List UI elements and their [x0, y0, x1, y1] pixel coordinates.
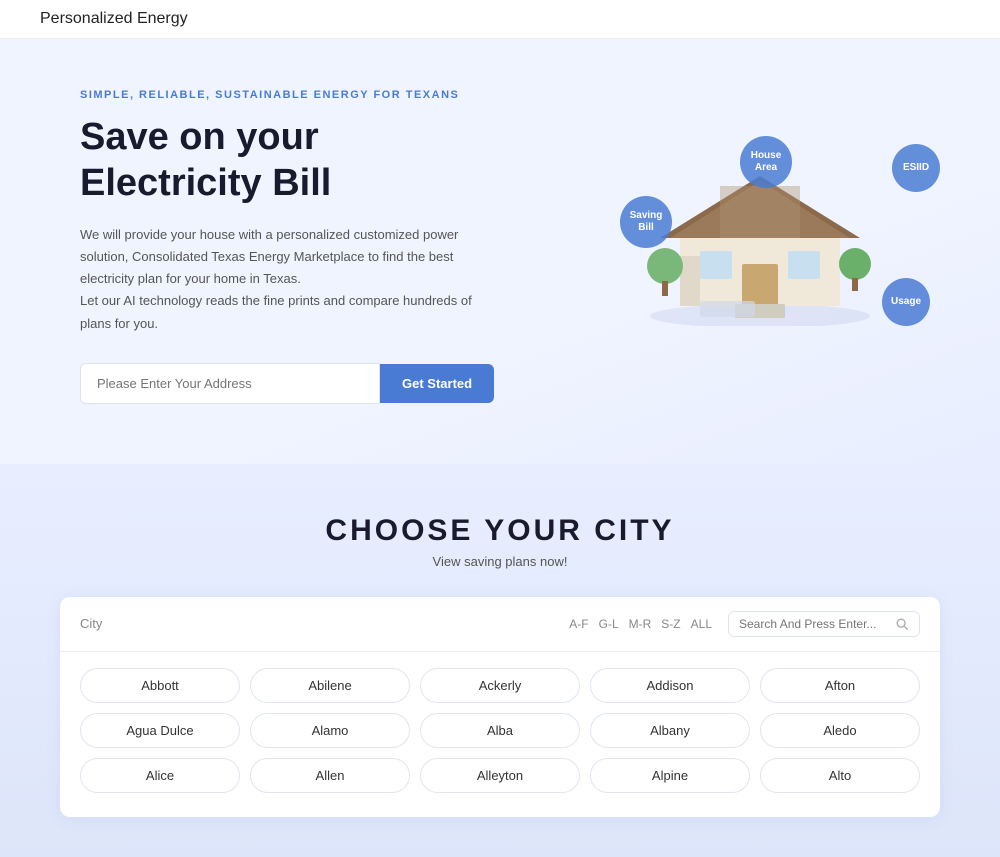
city-search-box[interactable]: [728, 611, 920, 637]
alpha-filters: A-F G-L M-R S-Z ALL: [569, 617, 712, 631]
hero-section: SIMPLE, RELIABLE, SUSTAINABLE ENERGY FOR…: [0, 39, 1000, 464]
city-section: CHOOSE YOUR CITY View saving plans now! …: [0, 464, 1000, 857]
city-grid: Abbott Abilene Ackerly Addison Afton Agua Dul…: [60, 652, 940, 797]
city-item[interactable]: Alto: [760, 758, 920, 793]
header: Personalized Energy: [0, 0, 1000, 39]
city-card-header: City A-F G-L M-R S-Z ALL: [60, 597, 940, 652]
hero-input-row: Get Started: [80, 363, 500, 404]
city-item[interactable]: Afton: [760, 668, 920, 703]
city-item[interactable]: Alice: [80, 758, 240, 793]
get-started-button[interactable]: Get Started: [380, 364, 494, 403]
header-title: Personalized Energy: [40, 10, 188, 28]
address-input[interactable]: [80, 363, 380, 404]
city-item[interactable]: Allen: [250, 758, 410, 793]
city-item[interactable]: Ackerly: [420, 668, 580, 703]
city-item[interactable]: Alleyton: [420, 758, 580, 793]
hero-content: SIMPLE, RELIABLE, SUSTAINABLE ENERGY FOR…: [80, 89, 500, 404]
search-icon: [895, 617, 909, 631]
city-item[interactable]: Abilene: [250, 668, 410, 703]
city-item[interactable]: Abbott: [80, 668, 240, 703]
filter-gl[interactable]: G-L: [599, 617, 619, 631]
city-card: City A-F G-L M-R S-Z ALL Abbott Abilene Ac…: [60, 597, 940, 817]
city-item[interactable]: Agua Dulce: [80, 713, 240, 748]
city-item[interactable]: Albany: [590, 713, 750, 748]
city-item[interactable]: Alba: [420, 713, 580, 748]
filter-af[interactable]: A-F: [569, 617, 588, 631]
hero-subtitle: SIMPLE, RELIABLE, SUSTAINABLE ENERGY FOR…: [80, 89, 500, 101]
usage-label: Usage: [882, 278, 930, 326]
city-section-title: CHOOSE YOUR CITY: [0, 514, 1000, 548]
city-filter-label: City: [80, 616, 102, 631]
city-item[interactable]: Alamo: [250, 713, 410, 748]
esiid-label: ESIID: [892, 144, 940, 192]
saving-bill-label: SavingBill: [620, 196, 672, 248]
city-item[interactable]: Alpine: [590, 758, 750, 793]
filter-all[interactable]: ALL: [691, 617, 712, 631]
house-illustration: SavingBill HouseArea ESIID Usage: [620, 126, 940, 366]
city-item[interactable]: Addison: [590, 668, 750, 703]
hero-title: Save on your Electricity Bill: [80, 115, 500, 206]
hero-description: We will provide your house with a person…: [80, 224, 500, 334]
city-search-input[interactable]: [739, 617, 889, 631]
filter-sz[interactable]: S-Z: [661, 617, 680, 631]
house-area-label: HouseArea: [740, 136, 792, 188]
filter-mr[interactable]: M-R: [629, 617, 652, 631]
city-section-subtitle: View saving plans now!: [0, 554, 1000, 569]
city-item[interactable]: Aledo: [760, 713, 920, 748]
